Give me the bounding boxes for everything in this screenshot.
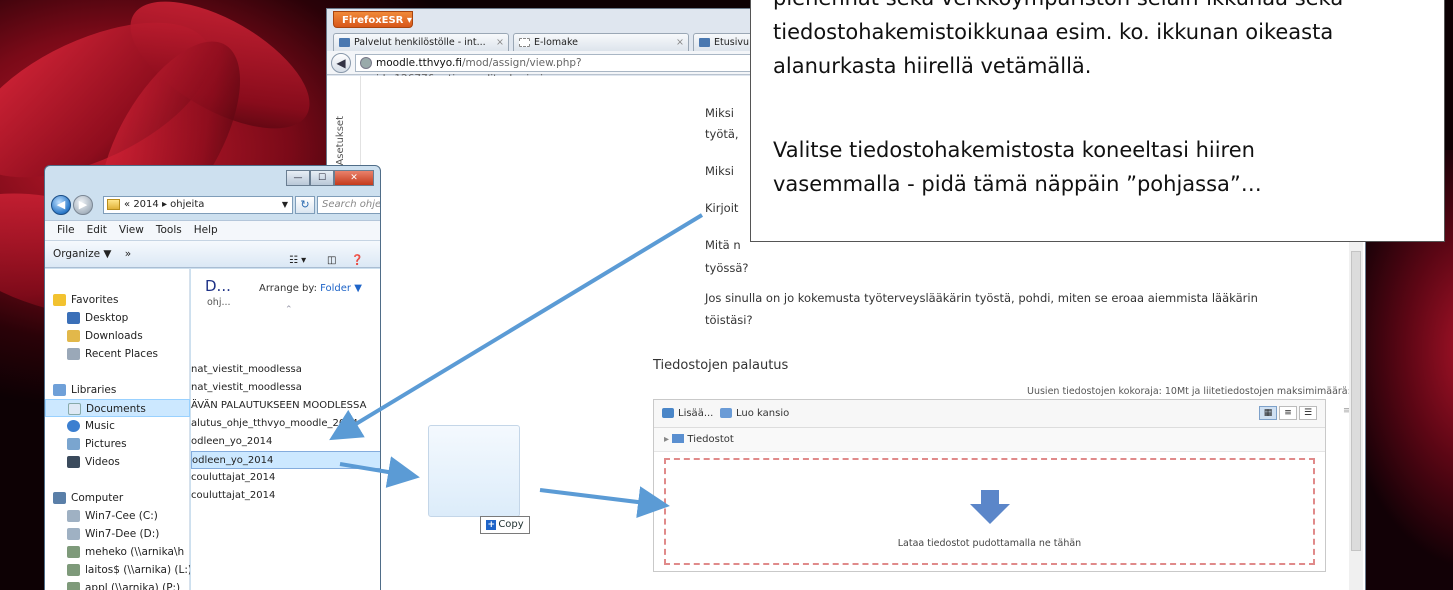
arrow-callout-to-file [329, 213, 704, 441]
arrow-ghost-to-dropzone [539, 486, 670, 518]
arrow-file-to-ghost [339, 456, 420, 488]
annotation-arrows [329, 213, 704, 518]
